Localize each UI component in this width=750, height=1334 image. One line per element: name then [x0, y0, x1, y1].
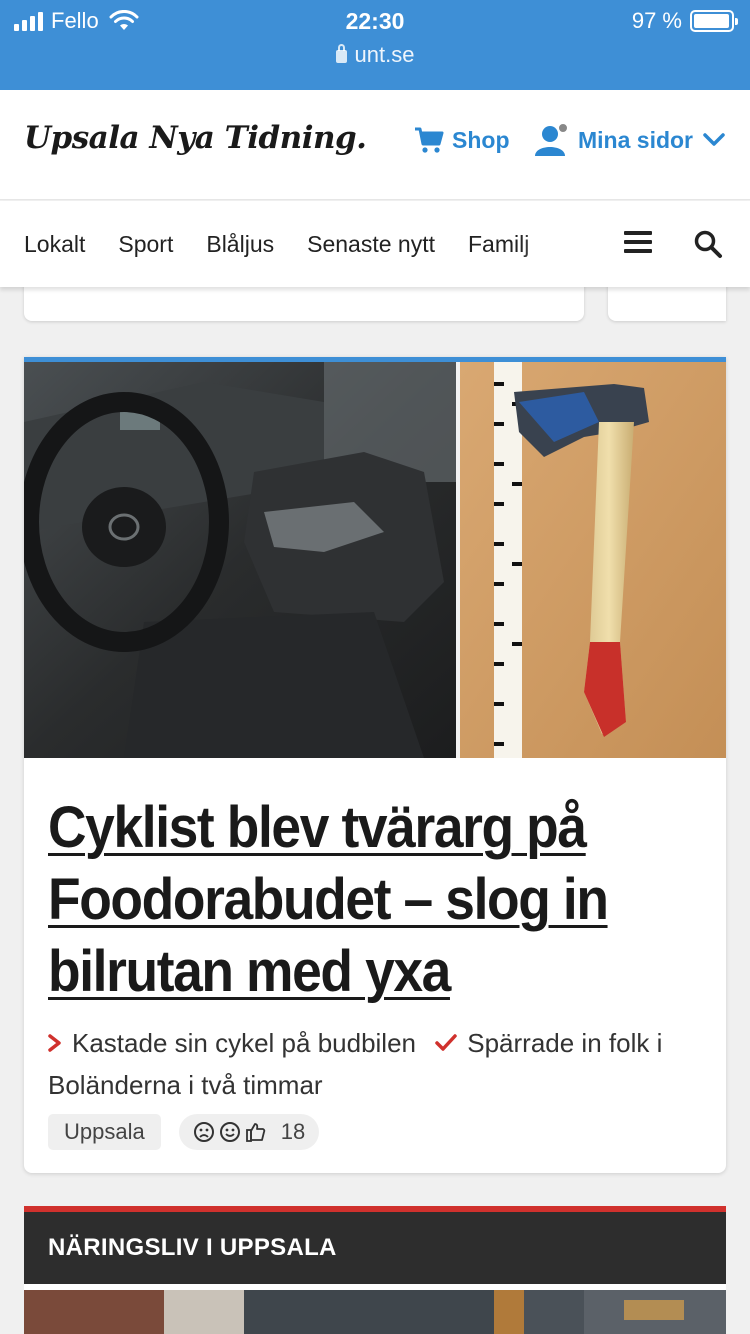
nav-item-senaste-nytt[interactable]: Senaste nytt [307, 231, 435, 258]
status-right: 97 % [631, 8, 738, 34]
nav-items: Lokalt Sport Blåljus Senaste nytt Familj [24, 201, 576, 287]
status-bar: Fello 22:30 97 % unt.se [0, 0, 750, 90]
site-header: Upsala Nya Tidning. Shop Mina sidor [0, 90, 750, 200]
site-logo[interactable]: Upsala Nya Tidning. [24, 120, 367, 156]
article-image[interactable] [24, 362, 726, 758]
nav-item-lokalt[interactable]: Lokalt [24, 231, 85, 258]
section-image[interactable] [24, 1290, 726, 1334]
lock-icon [335, 44, 347, 63]
article-bullets: Kastade sin cykel på budbilen Spärrade i… [48, 1022, 698, 1106]
reactions[interactable]: 18 [178, 1114, 320, 1150]
checkmark-icon [435, 1022, 457, 1064]
nav-item-sport[interactable]: Sport [118, 231, 173, 258]
address-bar[interactable]: unt.se [0, 42, 750, 68]
article-headline[interactable]: Cyklist blev tvärarg på Foodorabudet – s… [48, 792, 698, 1008]
article-card[interactable]: Cyklist blev tvärarg på Foodorabudet – s… [24, 357, 726, 1173]
smile-face-icon [219, 1122, 240, 1142]
hamburger-menu-icon[interactable] [624, 231, 652, 253]
bullet-text-1: Kastade sin cykel på budbilen [72, 1028, 417, 1058]
thumbs-up-icon [245, 1123, 265, 1142]
reaction-count: 18 [280, 1119, 306, 1144]
article-meta: Uppsala 18 [48, 1114, 320, 1150]
angry-face-icon [193, 1122, 214, 1142]
shop-link[interactable]: Shop [414, 126, 510, 154]
account-label: Mina sidor [578, 126, 694, 153]
section-title[interactable]: NÄRINGSLIV I UPPSALA [24, 1212, 726, 1284]
section-nav: Lokalt Sport Blåljus Senaste nytt Familj [0, 201, 750, 287]
search-icon[interactable] [693, 229, 723, 259]
nav-fade [520, 201, 580, 287]
url-text: unt.se [354, 42, 415, 67]
battery-percent: 97 % [631, 8, 682, 33]
chevron-right-icon [48, 1022, 62, 1064]
section-card[interactable]: NÄRINGSLIV I UPPSALA [24, 1206, 726, 1334]
chevron-down-icon [703, 133, 725, 146]
shopping-cart-icon [415, 127, 444, 153]
nav-item-blaljus[interactable]: Blåljus [206, 231, 274, 258]
user-avatar-icon [535, 122, 569, 156]
account-menu[interactable]: Mina sidor [532, 122, 725, 158]
location-tag[interactable]: Uppsala [48, 1114, 161, 1150]
battery-icon [690, 10, 738, 32]
shop-label: Shop [452, 126, 510, 153]
